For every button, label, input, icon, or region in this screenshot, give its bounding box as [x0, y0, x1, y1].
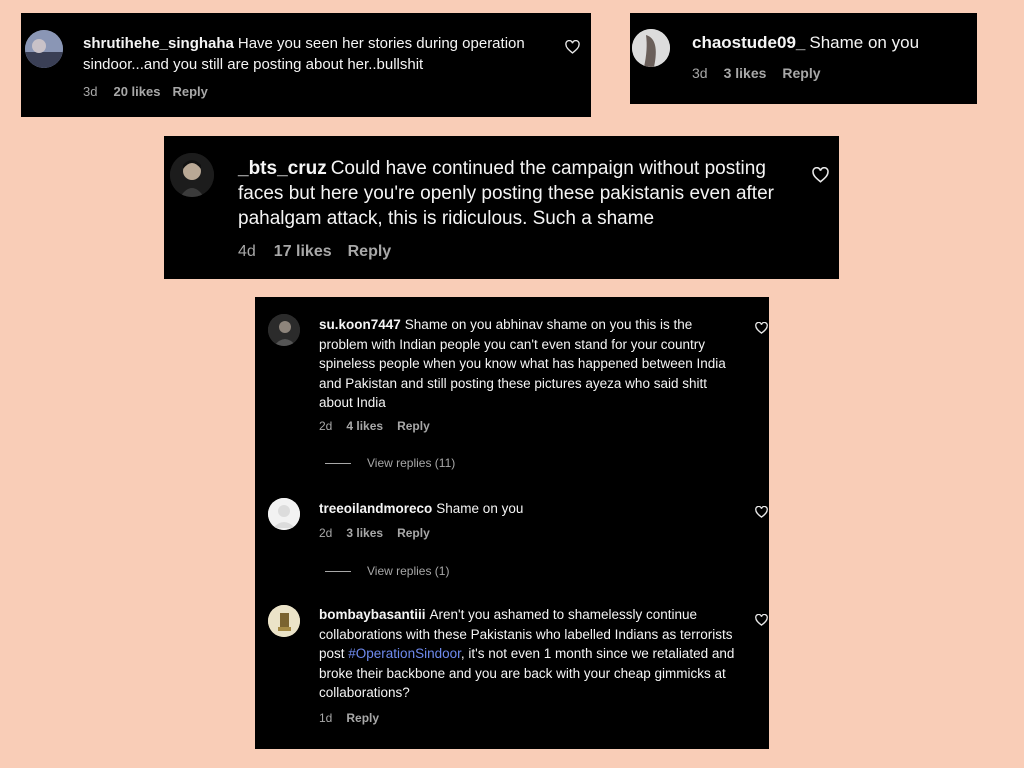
user-avatar[interactable] — [268, 314, 300, 346]
heart-outline-icon[interactable] — [755, 506, 768, 518]
view-replies-label: View replies (1) — [367, 564, 450, 578]
comment-meta: 2d 3 likes Reply — [319, 526, 430, 540]
reply-button[interactable]: Reply — [397, 526, 430, 540]
comment-meta: 4d 17 likes Reply — [238, 243, 391, 261]
comment-card-chaostude: chaostude09_ Shame on you 3d 3 likes Repl… — [630, 13, 977, 104]
reply-button[interactable]: Reply — [172, 84, 207, 99]
comment-time: 2d — [319, 419, 333, 433]
username[interactable]: su.koon7447 — [319, 317, 401, 332]
reply-button[interactable]: Reply — [782, 65, 820, 81]
heart-outline-icon[interactable] — [812, 167, 829, 183]
heart-outline-icon[interactable] — [755, 322, 768, 334]
reply-divider — [325, 570, 351, 572]
likes-count[interactable]: 3 likes — [346, 526, 383, 540]
comment-time: 3d — [83, 84, 98, 99]
user-avatar[interactable] — [632, 29, 670, 67]
comment-body: chaostude09_ Shame on you — [692, 32, 962, 54]
user-avatar[interactable] — [25, 30, 63, 68]
comment-body: su.koon7447 Shame on you abhinav shame on… — [319, 315, 739, 413]
view-replies-button[interactable]: View replies (1) — [325, 564, 449, 578]
comment-card-bts-cruz: _bts_cruz Could have continued the campai… — [164, 136, 839, 279]
heart-outline-icon[interactable] — [755, 614, 768, 626]
comment-text: Shame on you — [809, 33, 920, 52]
username[interactable]: shrutihehe_singhaha — [83, 35, 234, 52]
likes-count[interactable]: 4 likes — [346, 419, 383, 433]
comment-meta: 3d 20 likes Reply — [83, 84, 208, 99]
likes-count[interactable]: 3 likes — [724, 65, 767, 81]
username[interactable]: bombaybasantiii — [319, 607, 426, 622]
username[interactable]: _bts_cruz — [238, 158, 327, 179]
hashtag-link[interactable]: #OperationSindoor — [348, 646, 461, 661]
likes-count[interactable]: 17 likes — [274, 243, 332, 261]
comment-time: 1d — [319, 711, 333, 725]
user-avatar[interactable] — [268, 605, 300, 637]
comment-time: 2d — [319, 526, 333, 540]
comment-time: 3d — [692, 65, 708, 81]
view-replies-label: View replies (11) — [367, 456, 456, 470]
comment-body: treeoilandmoreco Shame on you — [319, 499, 739, 519]
likes-count[interactable]: 20 likes — [113, 84, 160, 99]
user-avatar[interactable] — [170, 153, 214, 197]
username[interactable]: chaostude09_ — [692, 33, 805, 52]
comment-body: _bts_cruz Could have continued the campai… — [238, 156, 798, 231]
reply-divider — [325, 462, 351, 464]
default-avatar-icon[interactable] — [268, 498, 300, 530]
comment-text: Shame on you — [436, 501, 524, 516]
comment-meta: 3d 3 likes Reply — [692, 65, 821, 81]
view-replies-button[interactable]: View replies (11) — [325, 456, 455, 470]
comment-meta: 1d Reply — [319, 711, 379, 725]
reply-button[interactable]: Reply — [348, 243, 392, 261]
comment-body: bombaybasantiii Aren't you ashamed to sha… — [319, 605, 739, 703]
username[interactable]: treeoilandmoreco — [319, 501, 432, 516]
comment-card-shrutihehe: shrutihehe_singhaha Have you seen her sto… — [21, 13, 591, 117]
comment-thread-card: su.koon7447 Shame on you abhinav shame on… — [255, 297, 769, 749]
comment-meta: 2d 4 likes Reply — [319, 419, 430, 433]
heart-outline-icon[interactable] — [565, 40, 580, 54]
reply-button[interactable]: Reply — [346, 711, 379, 725]
comment-time: 4d — [238, 243, 256, 260]
comment-body: shrutihehe_singhaha Have you seen her sto… — [83, 33, 553, 75]
reply-button[interactable]: Reply — [397, 419, 430, 433]
